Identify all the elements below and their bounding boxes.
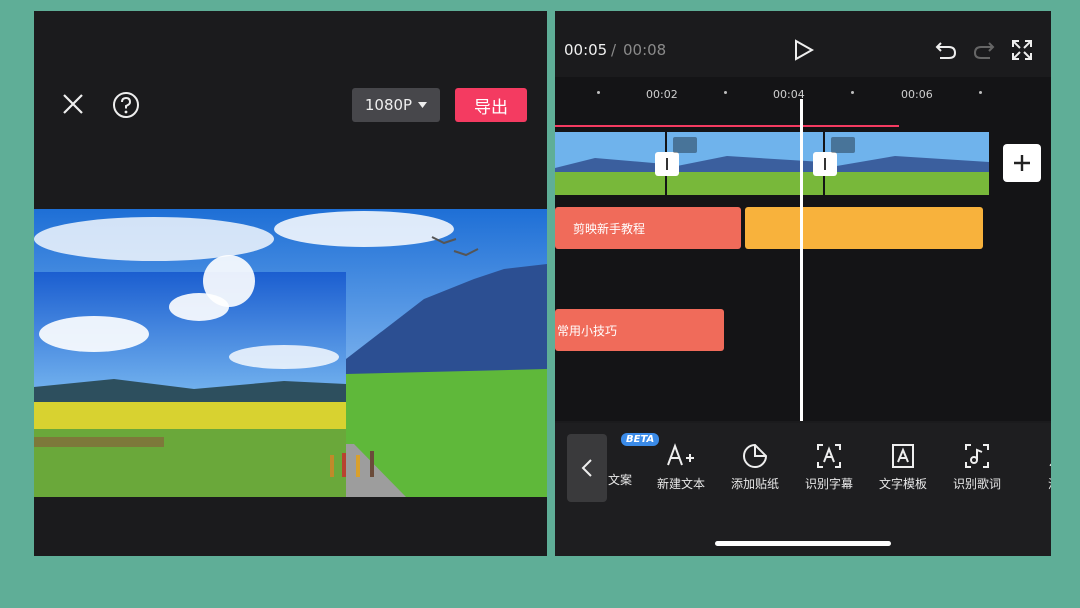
tool-add-sticker[interactable]: 添加贴纸 — [720, 443, 790, 492]
mute-icon[interactable] — [673, 137, 697, 153]
playhead[interactable] — [800, 99, 803, 421]
undo-icon[interactable] — [935, 39, 957, 61]
time-separator: / — [611, 41, 617, 59]
ruler-dot — [979, 91, 982, 94]
text-clip-selected[interactable] — [745, 207, 983, 249]
ruler-tick: 00:06 — [901, 88, 933, 101]
add-text-icon — [667, 443, 694, 466]
transition-handle[interactable] — [813, 152, 837, 176]
tool-label: 识别歌词 — [952, 477, 1001, 491]
tool-label: 新建文本 — [656, 477, 705, 491]
resolution-label: 1080P — [364, 96, 413, 114]
text-template-icon — [892, 444, 914, 468]
tool-copywriting[interactable]: BETA 文案 — [585, 433, 660, 488]
ruler-dot — [724, 91, 727, 94]
dropdown-icon — [418, 102, 428, 108]
fullscreen-icon[interactable] — [1011, 39, 1033, 61]
plus-icon — [1014, 155, 1030, 171]
current-time: 00:05 — [564, 41, 608, 59]
tool-recognize-subtitle[interactable]: 识别字幕 — [794, 443, 864, 492]
video-preview[interactable] — [34, 209, 547, 497]
resolution-dropdown[interactable]: 1080P — [352, 88, 440, 122]
total-time: 00:08 — [623, 41, 667, 59]
tool-new-text[interactable]: 新建文本 — [646, 443, 716, 492]
export-panel: 1080P 导出 — [34, 11, 547, 556]
ruler-dot — [851, 91, 854, 94]
tool-label: 涂鸦 — [1048, 477, 1051, 491]
tool-label: 识别字幕 — [804, 477, 853, 491]
text-clip[interactable]: 剪映新手教程 — [555, 207, 741, 249]
ruler-dot — [597, 91, 600, 94]
help-icon[interactable] — [112, 91, 140, 119]
text-clip[interactable]: 常用小技巧 — [555, 309, 724, 351]
tool-text-template[interactable]: 文字模板 — [868, 443, 938, 492]
add-clip-button[interactable] — [1003, 144, 1041, 182]
audio-progress-line — [555, 125, 899, 127]
text-clip-label: 常用小技巧 — [557, 323, 618, 338]
recognize-lyrics-icon — [965, 444, 989, 468]
text-clip-label: 剪映新手教程 — [573, 221, 646, 236]
close-icon[interactable] — [60, 91, 86, 117]
tool-label: 添加贴纸 — [730, 477, 779, 491]
play-icon[interactable] — [793, 39, 815, 61]
video-clip[interactable] — [555, 132, 665, 195]
timeline-editor: 00:05 / 00:08 00:02 00:04 00:06 剪映新手教程 常… — [555, 11, 1051, 556]
mute-icon[interactable] — [831, 137, 855, 153]
doodle-icon — [1049, 463, 1051, 467]
home-indicator — [715, 541, 891, 546]
redo-icon[interactable] — [973, 39, 995, 61]
tool-recognize-lyrics[interactable]: 识别歌词 — [942, 443, 1012, 492]
ruler-tick: 00:02 — [646, 88, 678, 101]
tool-label: 文字模板 — [878, 477, 927, 491]
tool-label: 文案 — [607, 473, 632, 487]
recognize-subtitle-icon — [817, 444, 841, 468]
transition-handle[interactable] — [655, 152, 679, 176]
tool-doodle[interactable]: 涂鸦 — [1025, 443, 1051, 509]
sticker-icon — [743, 443, 768, 468]
export-button[interactable]: 导出 — [455, 88, 527, 122]
